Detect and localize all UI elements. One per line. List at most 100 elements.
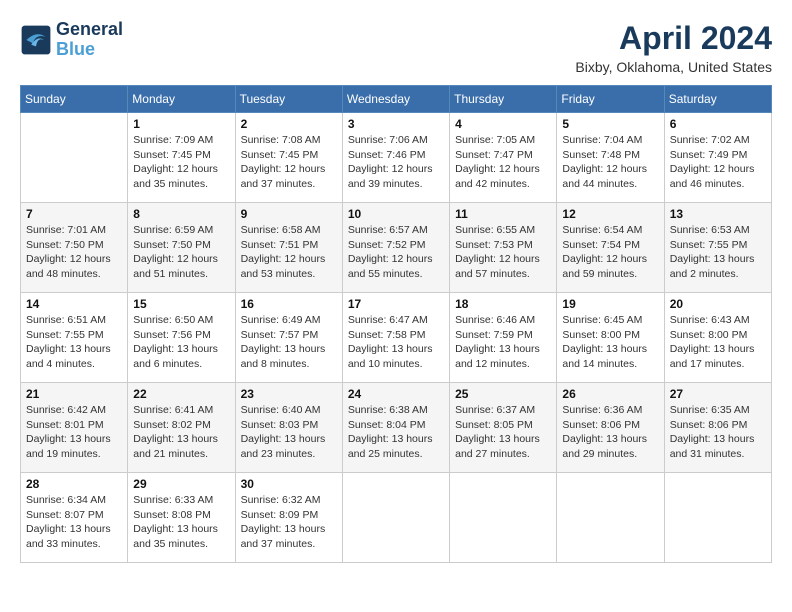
day-info: Sunrise: 6:38 AM Sunset: 8:04 PM Dayligh… (348, 403, 444, 462)
calendar-day-cell: 9 Sunrise: 6:58 AM Sunset: 7:51 PM Daylig… (235, 203, 342, 293)
weekday-header-row: SundayMondayTuesdayWednesdayThursdayFrid… (21, 86, 772, 113)
day-number: 5 (562, 117, 658, 131)
calendar-day-cell (557, 473, 664, 563)
day-info: Sunrise: 6:43 AM Sunset: 8:00 PM Dayligh… (670, 313, 766, 372)
calendar-week-row: 28Sunrise: 6:34 AM Sunset: 8:07 PM Dayli… (21, 473, 772, 563)
day-info: Sunrise: 6:33 AM Sunset: 8:08 PM Dayligh… (133, 493, 229, 552)
day-info: Sunrise: 6:46 AM Sunset: 7:59 PM Dayligh… (455, 313, 551, 372)
day-number: 8 (133, 207, 229, 221)
calendar-body: 1Sunrise: 7:09 AM Sunset: 7:45 PM Daylig… (21, 113, 772, 563)
calendar-day-cell: 16Sunrise: 6:49 AM Sunset: 7:57 PM Dayli… (235, 293, 342, 383)
day-number: 23 (241, 387, 337, 401)
day-number: 14 (26, 297, 122, 311)
calendar-day-cell: 22 Sunrise: 6:41 AM Sunset: 8:02 PM Dayli… (128, 383, 235, 473)
calendar-day-cell: 17 Sunrise: 6:47 AM Sunset: 7:58 PM Dayli… (342, 293, 449, 383)
day-number: 20 (670, 297, 766, 311)
day-number: 15 (133, 297, 229, 311)
day-number: 13 (670, 207, 766, 221)
calendar-day-cell: 29 Sunrise: 6:33 AM Sunset: 8:08 PM Dayli… (128, 473, 235, 563)
day-info: Sunrise: 6:58 AM Sunset: 7:51 PM Dayligh… (241, 223, 337, 282)
calendar-day-cell: 3 Sunrise: 7:06 AM Sunset: 7:46 PM Daylig… (342, 113, 449, 203)
calendar-day-cell: 13 Sunrise: 6:53 AM Sunset: 7:55 PM Dayli… (664, 203, 771, 293)
calendar-day-cell: 10 Sunrise: 6:57 AM Sunset: 7:52 PM Dayli… (342, 203, 449, 293)
weekday-header-cell: Friday (557, 86, 664, 113)
day-number: 24 (348, 387, 444, 401)
day-info: Sunrise: 6:40 AM Sunset: 8:03 PM Dayligh… (241, 403, 337, 462)
weekday-header-cell: Thursday (450, 86, 557, 113)
weekday-header-cell: Monday (128, 86, 235, 113)
day-info: Sunrise: 6:54 AM Sunset: 7:54 PM Dayligh… (562, 223, 658, 282)
calendar-day-cell (21, 113, 128, 203)
calendar-day-cell (664, 473, 771, 563)
day-number: 26 (562, 387, 658, 401)
weekday-header-cell: Wednesday (342, 86, 449, 113)
day-number: 29 (133, 477, 229, 491)
month-year-title: April 2024 (575, 20, 772, 57)
day-info: Sunrise: 6:41 AM Sunset: 8:02 PM Dayligh… (133, 403, 229, 462)
calendar-day-cell (342, 473, 449, 563)
day-info: Sunrise: 7:05 AM Sunset: 7:47 PM Dayligh… (455, 133, 551, 192)
day-info: Sunrise: 6:37 AM Sunset: 8:05 PM Dayligh… (455, 403, 551, 462)
calendar-day-cell: 15 Sunrise: 6:50 AM Sunset: 7:56 PM Dayli… (128, 293, 235, 383)
calendar-day-cell: 20 Sunrise: 6:43 AM Sunset: 8:00 PM Dayli… (664, 293, 771, 383)
calendar-day-cell: 30 Sunrise: 6:32 AM Sunset: 8:09 PM Dayli… (235, 473, 342, 563)
day-number: 3 (348, 117, 444, 131)
calendar-week-row: 14 Sunrise: 6:51 AM Sunset: 7:55 PM Dayli… (21, 293, 772, 383)
calendar-day-cell: 24 Sunrise: 6:38 AM Sunset: 8:04 PM Dayli… (342, 383, 449, 473)
logo: General Blue (20, 20, 123, 60)
calendar-week-row: 7Sunrise: 7:01 AM Sunset: 7:50 PM Daylig… (21, 203, 772, 293)
calendar-day-cell: 28Sunrise: 6:34 AM Sunset: 8:07 PM Dayli… (21, 473, 128, 563)
day-info: Sunrise: 6:53 AM Sunset: 7:55 PM Dayligh… (670, 223, 766, 282)
calendar-day-cell: 8 Sunrise: 6:59 AM Sunset: 7:50 PM Daylig… (128, 203, 235, 293)
day-info: Sunrise: 6:32 AM Sunset: 8:09 PM Dayligh… (241, 493, 337, 552)
calendar-day-cell: 11 Sunrise: 6:55 AM Sunset: 7:53 PM Dayli… (450, 203, 557, 293)
calendar-day-cell: 12 Sunrise: 6:54 AM Sunset: 7:54 PM Dayli… (557, 203, 664, 293)
day-number: 12 (562, 207, 658, 221)
day-number: 6 (670, 117, 766, 131)
day-number: 25 (455, 387, 551, 401)
day-number: 11 (455, 207, 551, 221)
calendar-day-cell: 25 Sunrise: 6:37 AM Sunset: 8:05 PM Dayli… (450, 383, 557, 473)
day-info: Sunrise: 7:08 AM Sunset: 7:45 PM Dayligh… (241, 133, 337, 192)
calendar-day-cell: 14 Sunrise: 6:51 AM Sunset: 7:55 PM Dayli… (21, 293, 128, 383)
calendar-day-cell: 23 Sunrise: 6:40 AM Sunset: 8:03 PM Dayli… (235, 383, 342, 473)
calendar-table: SundayMondayTuesdayWednesdayThursdayFrid… (20, 85, 772, 563)
day-number: 2 (241, 117, 337, 131)
logo-line1: General (56, 20, 123, 40)
day-number: 16 (241, 297, 337, 311)
day-info: Sunrise: 6:57 AM Sunset: 7:52 PM Dayligh… (348, 223, 444, 282)
title-area: April 2024 Bixby, Oklahoma, United State… (575, 20, 772, 75)
calendar-day-cell: 5 Sunrise: 7:04 AM Sunset: 7:48 PM Daylig… (557, 113, 664, 203)
calendar-day-cell: 2 Sunrise: 7:08 AM Sunset: 7:45 PM Daylig… (235, 113, 342, 203)
calendar-day-cell: 27 Sunrise: 6:35 AM Sunset: 8:06 PM Dayli… (664, 383, 771, 473)
day-number: 18 (455, 297, 551, 311)
day-info: Sunrise: 7:04 AM Sunset: 7:48 PM Dayligh… (562, 133, 658, 192)
day-info: Sunrise: 6:35 AM Sunset: 8:06 PM Dayligh… (670, 403, 766, 462)
day-info: Sunrise: 6:51 AM Sunset: 7:55 PM Dayligh… (26, 313, 122, 372)
day-number: 9 (241, 207, 337, 221)
day-info: Sunrise: 7:02 AM Sunset: 7:49 PM Dayligh… (670, 133, 766, 192)
calendar-day-cell: 26Sunrise: 6:36 AM Sunset: 8:06 PM Dayli… (557, 383, 664, 473)
day-number: 10 (348, 207, 444, 221)
day-number: 30 (241, 477, 337, 491)
calendar-day-cell: 7Sunrise: 7:01 AM Sunset: 7:50 PM Daylig… (21, 203, 128, 293)
day-info: Sunrise: 6:50 AM Sunset: 7:56 PM Dayligh… (133, 313, 229, 372)
day-info: Sunrise: 6:59 AM Sunset: 7:50 PM Dayligh… (133, 223, 229, 282)
calendar-week-row: 21Sunrise: 6:42 AM Sunset: 8:01 PM Dayli… (21, 383, 772, 473)
calendar-day-cell: 1Sunrise: 7:09 AM Sunset: 7:45 PM Daylig… (128, 113, 235, 203)
weekday-header-cell: Tuesday (235, 86, 342, 113)
day-number: 17 (348, 297, 444, 311)
day-info: Sunrise: 6:42 AM Sunset: 8:01 PM Dayligh… (26, 403, 122, 462)
weekday-header-cell: Saturday (664, 86, 771, 113)
calendar-day-cell: 6 Sunrise: 7:02 AM Sunset: 7:49 PM Daylig… (664, 113, 771, 203)
logo-icon (20, 24, 52, 56)
day-info: Sunrise: 6:45 AM Sunset: 8:00 PM Dayligh… (562, 313, 658, 372)
day-number: 22 (133, 387, 229, 401)
day-number: 27 (670, 387, 766, 401)
day-info: Sunrise: 6:34 AM Sunset: 8:07 PM Dayligh… (26, 493, 122, 552)
day-info: Sunrise: 6:55 AM Sunset: 7:53 PM Dayligh… (455, 223, 551, 282)
day-info: Sunrise: 6:47 AM Sunset: 7:58 PM Dayligh… (348, 313, 444, 372)
day-info: Sunrise: 7:06 AM Sunset: 7:46 PM Dayligh… (348, 133, 444, 192)
location-subtitle: Bixby, Oklahoma, United States (575, 59, 772, 75)
day-number: 4 (455, 117, 551, 131)
